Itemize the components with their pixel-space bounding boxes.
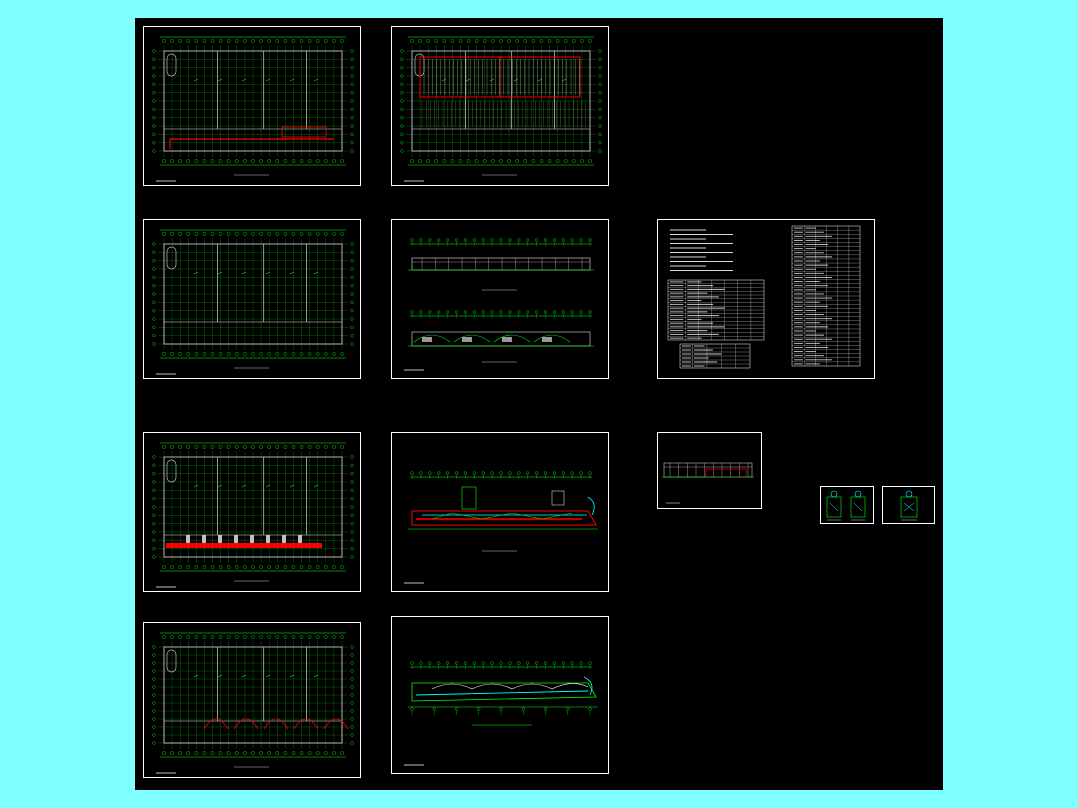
elevation-bottom — [404, 310, 594, 371]
elevation-top — [408, 238, 594, 291]
sheet-floor-plan-2-seating[interactable] — [391, 26, 609, 186]
sheet-section-2[interactable] — [391, 616, 609, 774]
schedule-table-right — [791, 225, 861, 367]
section-2-drawing — [404, 661, 598, 766]
plan-highlight — [203, 718, 349, 730]
drawing-canvas[interactable] — [135, 18, 943, 790]
plan-highlight — [419, 56, 586, 127]
elevations-drawing — [404, 238, 594, 371]
design-notes-block — [670, 229, 733, 271]
sheet-detail-2[interactable] — [882, 486, 935, 524]
floor-plan-4-drawing — [152, 442, 354, 588]
detail-2-drawing — [900, 490, 918, 521]
plan-highlight — [166, 535, 322, 548]
plan-grid — [152, 632, 354, 758]
plan-grid — [152, 229, 354, 359]
sheet-elevations[interactable] — [391, 219, 609, 379]
section-1-drawing — [404, 471, 598, 584]
plan-highlight — [169, 126, 334, 149]
sheet-floor-plan-3[interactable] — [143, 219, 361, 379]
sheet-schedules-and-notes[interactable] — [657, 219, 875, 379]
detail-1-drawing — [826, 490, 866, 521]
sheet-floor-plan-1[interactable] — [143, 26, 361, 186]
sheet-section-small[interactable] — [657, 432, 762, 509]
plan-grid — [152, 442, 354, 572]
section-small-drawing — [662, 462, 754, 504]
plan-grid — [400, 36, 602, 166]
schedules-drawing — [667, 225, 861, 369]
floor-plan-1-drawing — [152, 36, 354, 182]
schedule-table-left — [667, 279, 765, 341]
floor-plan-2-drawing — [400, 36, 602, 182]
schedule-table-small — [679, 343, 751, 369]
floor-plan-5-drawing — [152, 632, 354, 774]
sheet-section-1[interactable] — [391, 432, 609, 592]
sheet-floor-plan-4[interactable] — [143, 432, 361, 592]
sheet-floor-plan-5[interactable] — [143, 622, 361, 778]
plan-grid — [152, 36, 354, 166]
sheet-detail-1[interactable] — [820, 486, 874, 524]
floor-plan-3-drawing — [152, 229, 354, 375]
